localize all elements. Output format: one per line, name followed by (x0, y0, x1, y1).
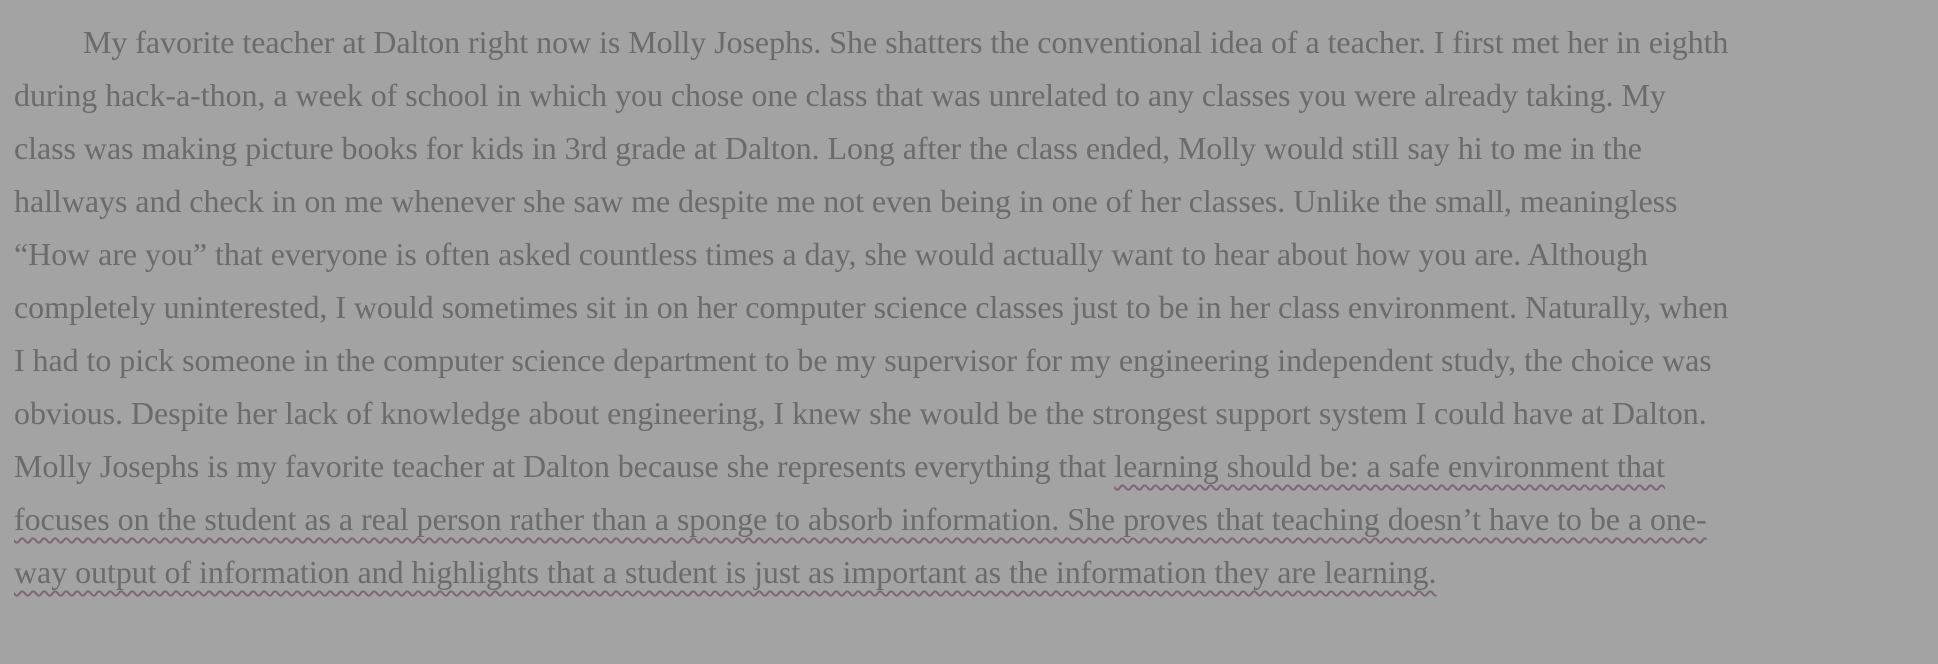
essay-line-10: focuses on the student as a real person … (14, 493, 1924, 546)
essay-line-11: way output of information and highlights… (14, 546, 1924, 599)
highlighted-passage-part-2: focuses on the student as a real person … (14, 501, 1707, 537)
essay-line-9-plain: Molly Josephs is my favorite teacher at … (14, 448, 1115, 484)
essay-line-5: “How are you” that everyone is often ask… (14, 236, 1648, 272)
document-page: My favorite teacher at Dalton right now … (0, 0, 1938, 664)
essay-line-6: completely uninterested, I would sometim… (14, 289, 1729, 325)
essay-line-9: Molly Josephs is my favorite teacher at … (14, 440, 1924, 493)
highlighted-passage-part-3: way output of information and highlights… (14, 554, 1437, 590)
highlighted-passage-part-1: learning should be: a safe environment t… (1114, 448, 1665, 484)
essay-line-4: hallways and check in on me whenever she… (14, 183, 1678, 219)
essay-line-2: during hack-a-thon, a week of school in … (14, 77, 1666, 113)
essay-line-3: class was making picture books for kids … (14, 130, 1642, 166)
essay-paragraph: My favorite teacher at Dalton right now … (14, 16, 1924, 599)
essay-line-7: I had to pick someone in the computer sc… (14, 342, 1712, 378)
essay-line-1: My favorite teacher at Dalton right now … (83, 24, 1729, 60)
essay-line-8: obvious. Despite her lack of knowledge a… (14, 395, 1707, 431)
